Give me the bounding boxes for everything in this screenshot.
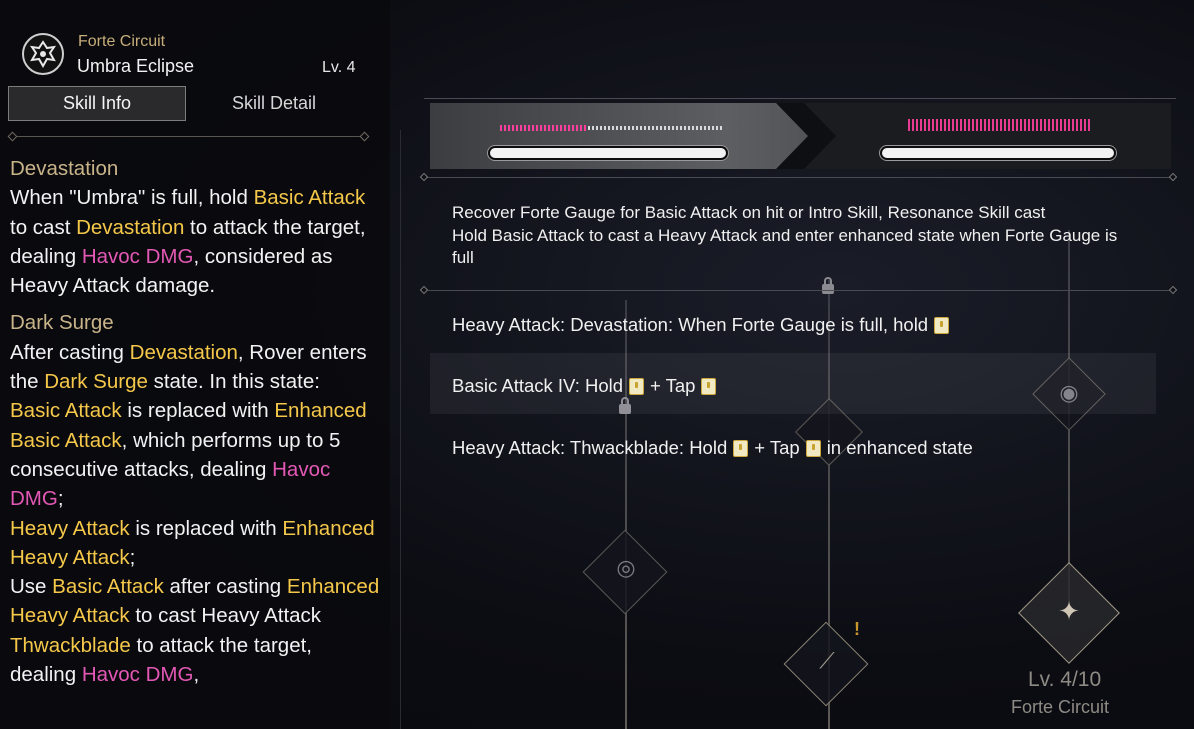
gauge-bar [882,148,1114,158]
gauge-fill [500,125,588,131]
enhanced-state-panel [800,103,1171,169]
section-text: Basic Attack is replaced with Enhanced B… [10,399,367,511]
divider [424,177,1176,178]
gauge-bar [490,148,726,158]
section-title: Devastation [10,157,119,180]
section-text: Use Basic Attack after casting Enhanced … [10,575,380,687]
summary-line: Hold Basic Attack to cast a Heavy Attack… [452,225,1118,268]
skill-info-panel: Forte Circuit Umbra Eclipse Lv. 4 Skill … [0,0,390,729]
combo-row: Basic Attack IV: Hold + Tap [452,375,722,397]
swirl-icon: ◎ [616,555,636,580]
section-title: Dark Surge [10,311,114,335]
combo-row: Heavy Attack: Devastation: When Forte Ga… [452,314,955,336]
summary-line: Recover Forte Gauge for Basic Attack on … [452,203,1046,222]
attack-key-icon [701,377,717,395]
gauge-empty [588,126,723,130]
attack-key-icon [629,377,645,395]
section-text: Heavy Attack is replaced with Enhanced H… [10,516,375,569]
panel-separator [400,130,401,729]
tab-skill-detail[interactable]: Skill Detail [190,86,358,121]
divider-ornament [359,131,370,142]
lock-icon [822,277,834,294]
tree-level: Lv. 4/10 [1028,668,1102,691]
forte-summary: Recover Forte Gauge for Basic Attack on … [452,202,1142,270]
section-text: When "Umbra" is full, hold Basic Attack … [10,186,366,298]
combo-row: Heavy Attack: Thwackblade: Hold + Tap in… [452,437,973,458]
skill-description: Devastation When "Umbra" is full, hold B… [10,150,382,689]
tab-skill-info[interactable]: Skill Info [8,86,186,121]
attack-key-icon [733,439,749,457]
gauge-fill-enhanced [908,119,1090,131]
umbra-eclipse-icon [22,33,64,75]
forte-gauge-banner [430,103,1171,169]
divider-ornament [7,131,18,142]
umbra-icon: ✦ [1058,596,1080,626]
tree-label: Forte Circuit [1011,697,1110,717]
divider [424,98,1176,99]
skill-level: Lv. 4 [322,59,356,76]
warning-icon: ! [854,619,860,639]
attack-key-icon [934,316,950,334]
section-text: After casting Devastation, Rover enters … [10,340,367,394]
skill-name: Umbra Eclipse [77,56,195,76]
claw-icon: ⟋ [819,648,835,673]
divider [424,290,1176,291]
attack-key-icon [805,439,821,457]
skill-category: Forte Circuit [78,33,166,50]
divider [12,136,366,137]
